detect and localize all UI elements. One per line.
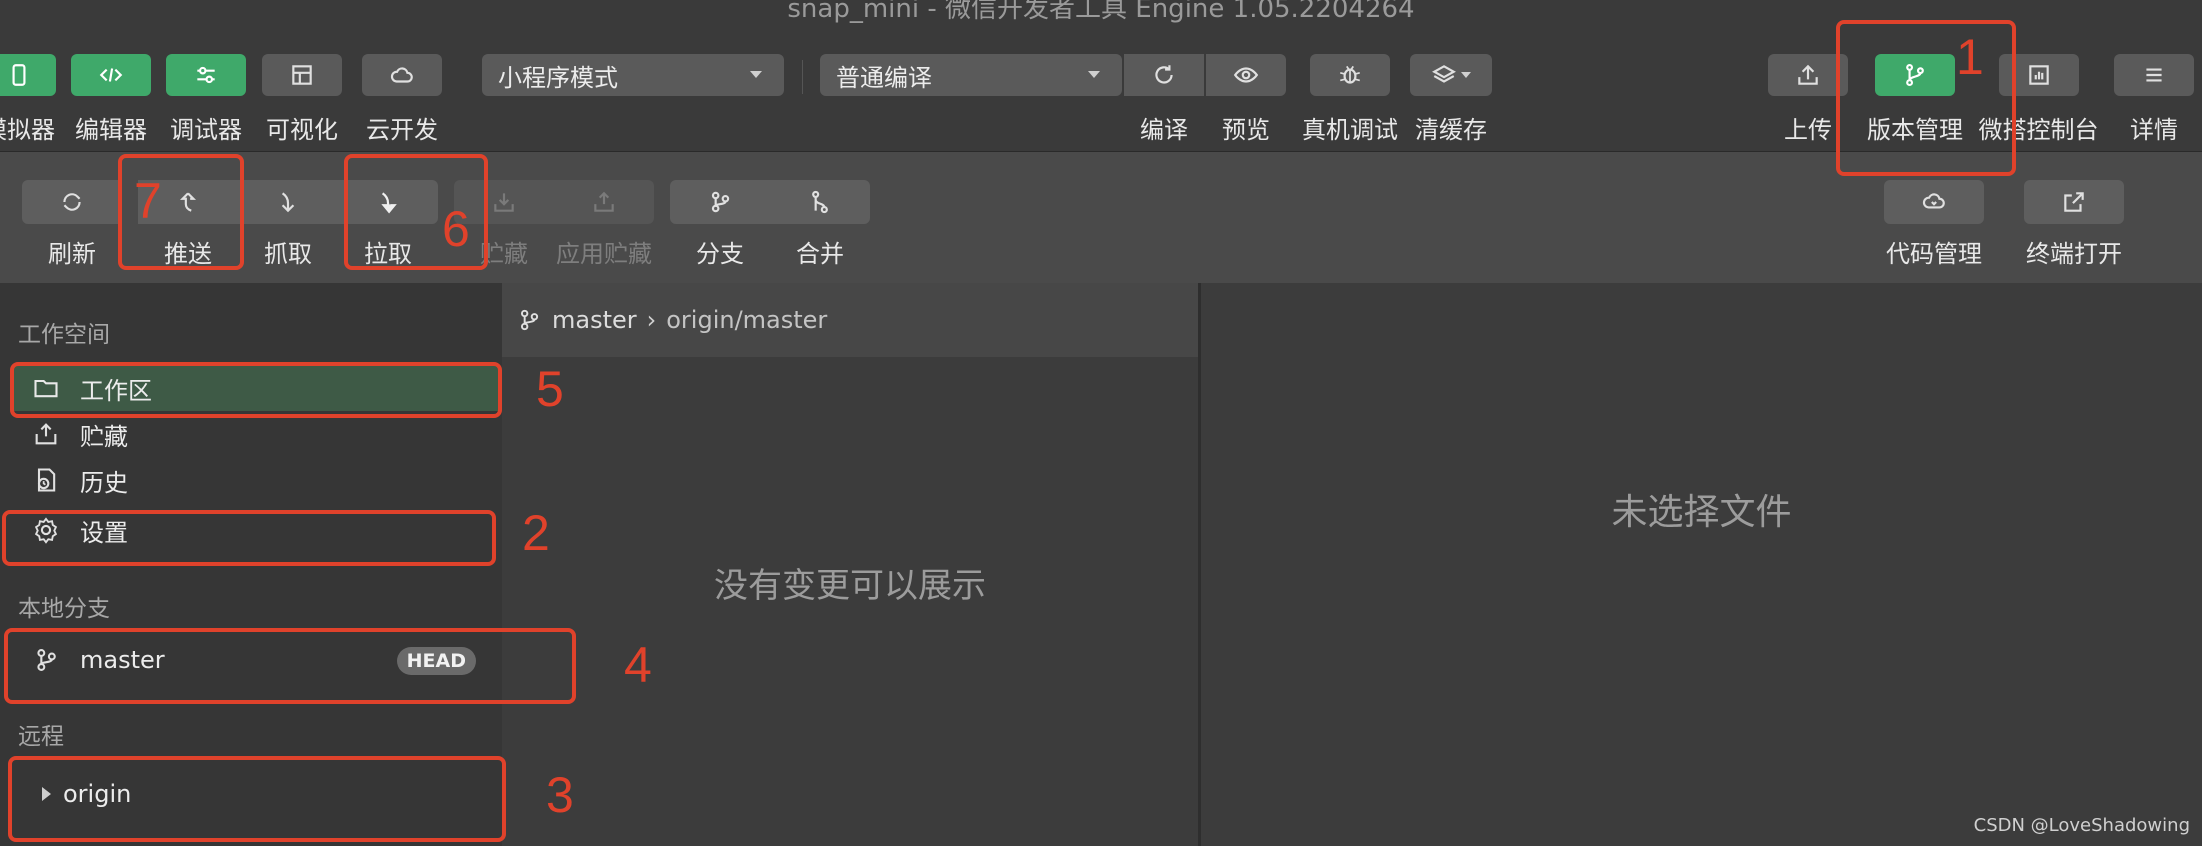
workspace-section-title: 工作空间 [18,322,110,348]
toolbar-divider [802,60,803,94]
remote-section-title: 远程 [18,724,64,750]
fetch-button[interactable]: 抓取 [238,180,338,269]
empty-changes-message: 没有变更可以展示 [714,566,986,606]
chevron-down-icon [750,71,762,78]
merge-icon [770,180,870,224]
history-icon [32,466,60,494]
merge-button[interactable]: 合并 [770,180,870,269]
annotation-number-2: 2 [522,505,550,561]
phone-icon [0,54,56,96]
branch-button[interactable]: 分支 [670,180,770,269]
cloud-sync-icon [1884,180,1984,224]
code-management-button[interactable]: 代码管理 [1884,180,1984,269]
stash-icon [32,420,60,448]
annotation-number-6: 6 [442,201,470,257]
local-branches-title: 本地分支 [18,596,110,622]
annotation-box-1 [1836,20,2016,176]
chevron-down-icon [1088,71,1100,78]
no-file-message: 未选择文件 [1611,492,1792,533]
apply-stash-icon [554,180,654,224]
sliders-icon [166,54,246,96]
menu-icon [2114,54,2194,96]
preview-button[interactable]: 预览 [1206,54,1286,145]
watermark: CSDN @LoveShadowing [1973,815,2190,836]
chevron-down-icon [1461,72,1471,78]
breadcrumb-separator: › [646,306,657,334]
annotation-box-3 [8,756,506,842]
mode-select[interactable]: 小程序模式 [482,54,784,96]
compile-button[interactable]: 编译 [1124,54,1204,145]
editor-button[interactable]: 编辑器 [70,54,152,145]
annotation-box-2 [2,510,496,566]
annotation-number-7: 7 [134,173,162,229]
annotation-number-1: 1 [1956,29,1984,85]
annotation-number-5: 5 [536,361,564,417]
code-icon [71,54,151,96]
current-branch: master [552,306,637,334]
branch-icon [670,180,770,224]
branch-breadcrumb: master › origin/master [502,283,1198,357]
remote-branch: origin/master [666,306,828,334]
refresh-button[interactable]: 刷新 [22,180,122,269]
branch-icon [520,309,539,331]
details-button[interactable]: 详情 [2114,54,2194,145]
refresh-icon [1124,54,1204,96]
changes-panel: master › origin/master 没有变更可以展示 [502,283,1198,846]
apply-stash-button[interactable]: 应用贮藏 [554,180,654,269]
remote-debug-button[interactable]: 真机调试 [1300,54,1400,145]
cloud-dev-button[interactable]: 云开发 [362,54,442,145]
annotation-number-4: 4 [624,637,652,693]
layout-icon [262,54,342,96]
visual-button[interactable]: 可视化 [262,54,342,145]
sidebar-item-history[interactable]: 历史 [14,457,498,503]
refresh-icon [22,180,122,224]
clear-cache-button[interactable]: 清缓存 [1410,54,1492,145]
compile-select[interactable]: 普通编译 [820,54,1122,96]
annotation-box-4 [4,628,576,704]
debugger-button[interactable]: 调试器 [166,54,246,145]
annotation-box-5 [10,362,502,418]
external-link-icon [2024,180,2124,224]
simulator-button[interactable]: 模拟器 [0,54,60,145]
cloud-icon [362,54,442,96]
diff-panel: 未选择文件 CSDN @LoveShadowing [1201,283,2202,846]
fetch-icon [238,180,338,224]
open-terminal-button[interactable]: 终端打开 [2024,180,2124,269]
annotation-number-3: 3 [546,767,574,823]
eye-icon [1206,54,1286,96]
layers-icon [1410,54,1492,96]
bug-icon [1310,54,1390,96]
